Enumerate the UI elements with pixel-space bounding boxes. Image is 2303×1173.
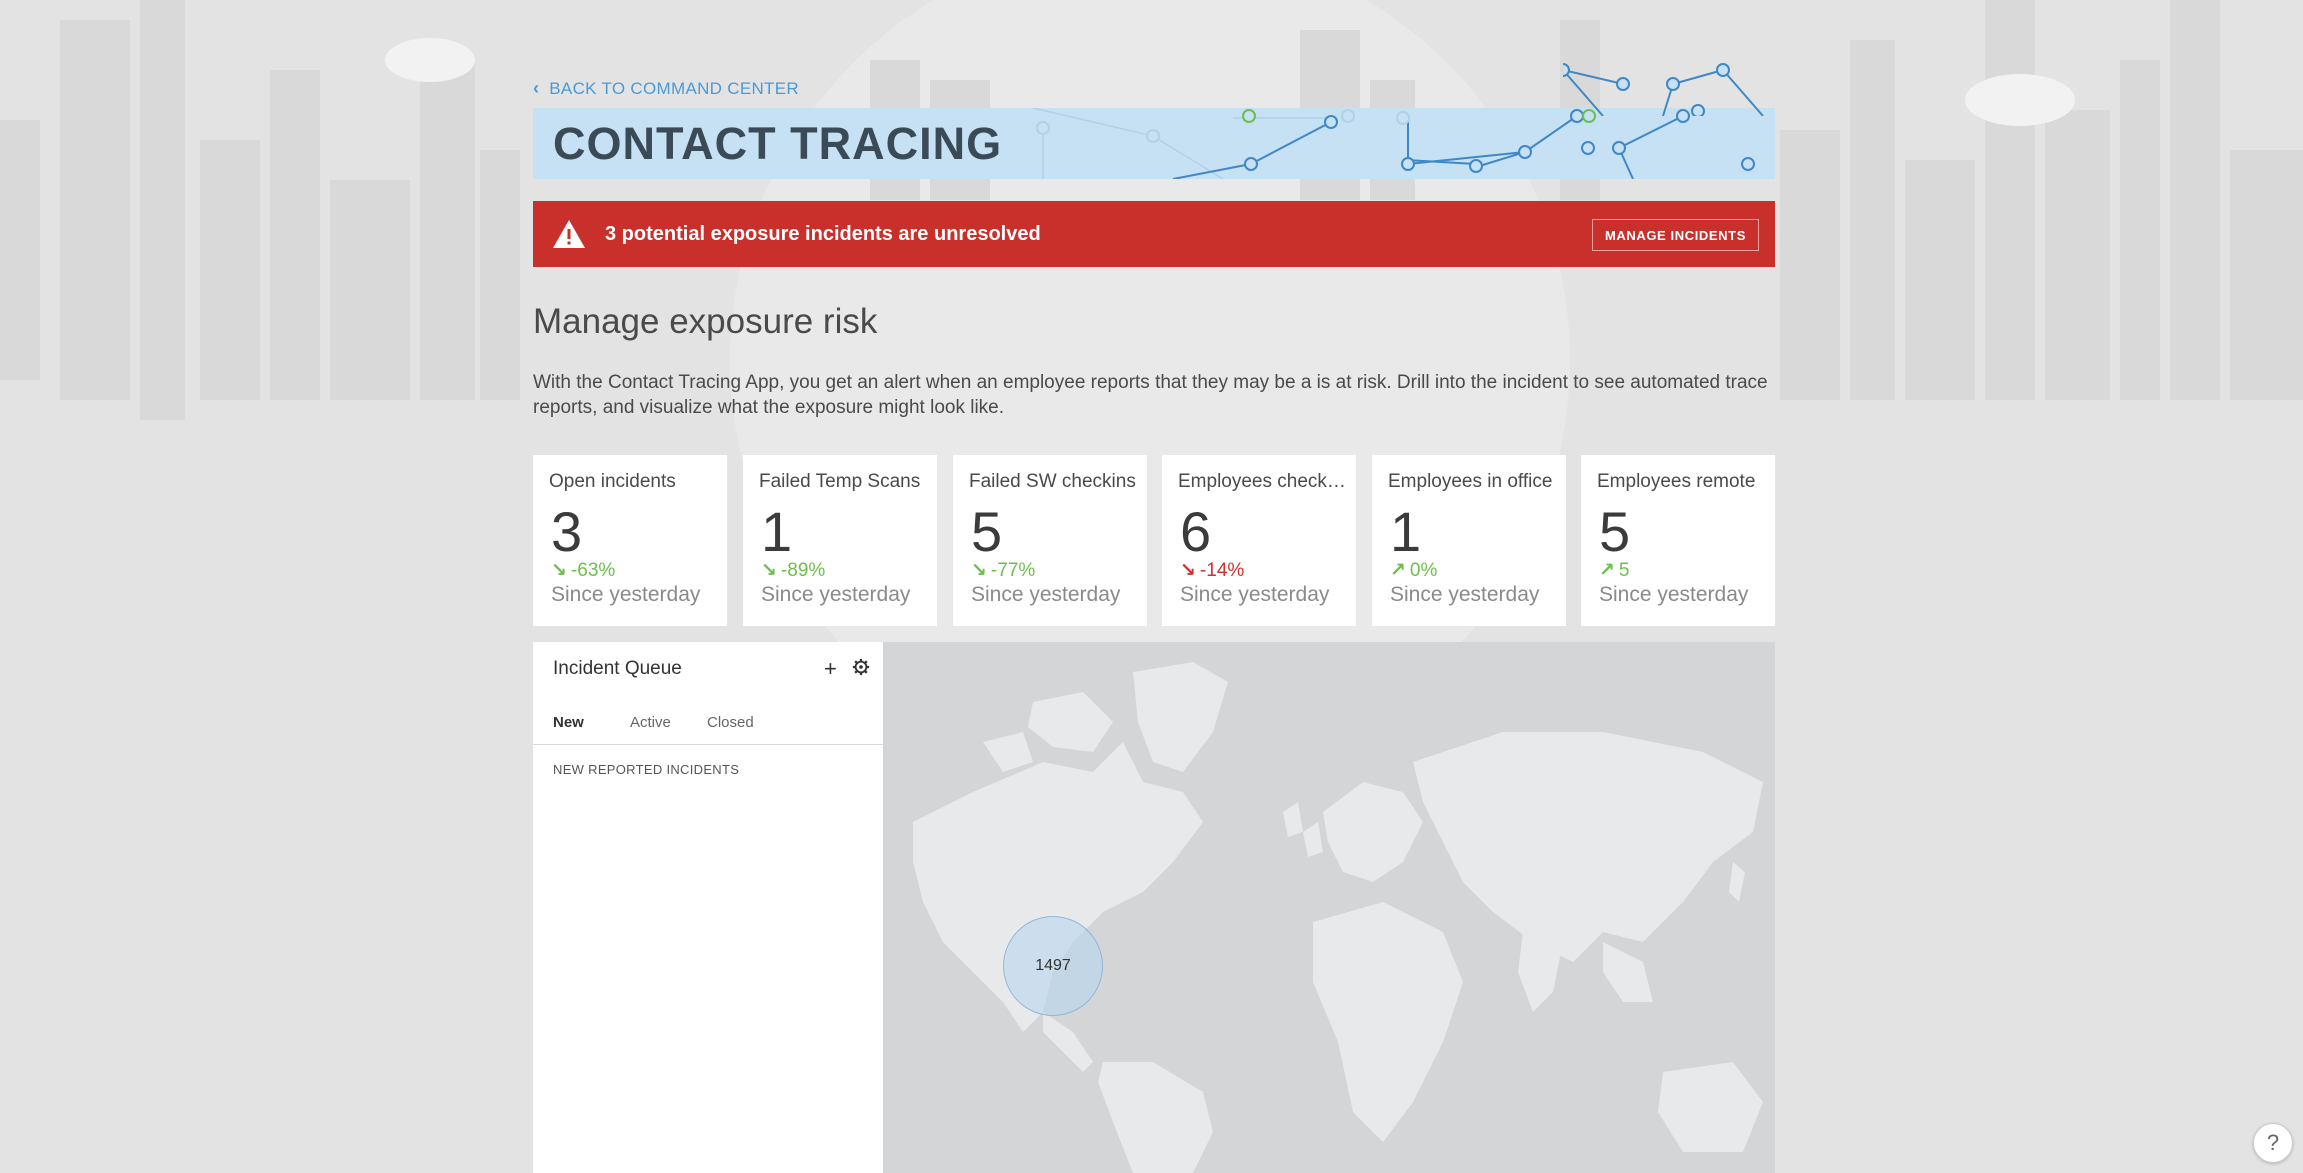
- incident-queue-tabs: New Active Closed: [533, 714, 883, 745]
- arrow-up-right-icon: ↗: [1599, 560, 1615, 581]
- metric-card-since: Since yesterday: [971, 583, 1121, 606]
- metric-card-value: 5: [1599, 500, 1631, 563]
- incident-cluster-marker[interactable]: 1497: [1003, 916, 1103, 1016]
- metric-card[interactable]: Employees checked in 6↘-14%Since yesterda…: [1162, 455, 1356, 626]
- tab-new[interactable]: New: [553, 714, 584, 731]
- world-map[interactable]: 1497: [883, 642, 1775, 1173]
- incident-queue-title: Incident Queue: [553, 658, 682, 679]
- metric-card[interactable]: Failed SW checkins 5 ↘ -77% Since yesterday: [953, 455, 1147, 626]
- metric-card[interactable]: Employees in office 1 ↗ 0% Since yesterday: [1372, 455, 1566, 626]
- metric-card-label: Failed Temp Scans: [759, 471, 921, 492]
- back-to-command-center-link[interactable]: ‹ BACK TO COMMAND CENTER: [533, 78, 799, 99]
- arrow-up-right-icon: ↗: [1390, 560, 1406, 581]
- metric-card-delta-value: -89%: [780, 559, 826, 581]
- page-title: CONTACT TRACING: [553, 118, 1003, 169]
- tab-active[interactable]: Active: [630, 714, 671, 731]
- metric-cards: Open incidents 3 ↘ -63% Since yesterday Faile…: [533, 455, 1775, 626]
- person-icon: [1691, 104, 1705, 116]
- back-link-label: BACK TO COMMAND CENTER: [549, 78, 799, 98]
- tab-closed[interactable]: Closed: [707, 714, 754, 731]
- metric-card-label: Employees in office: [1388, 471, 1553, 492]
- section-title: Manage exposure risk: [533, 302, 878, 341]
- metric-card-delta-value: -14%: [1199, 559, 1245, 581]
- arrow-down-right-icon: ↘: [551, 560, 567, 581]
- add-incident-icon[interactable]: +: [824, 656, 837, 682]
- warning-icon: [553, 220, 585, 248]
- metric-card-label: Failed SW checkins: [969, 471, 1136, 492]
- metric-card-delta-value: -63%: [570, 559, 616, 581]
- world-map-graphic: [913, 662, 1763, 1173]
- metric-card-since: Since yesterday: [1599, 583, 1749, 606]
- metric-card-delta: ↘ -14%: [1180, 559, 1244, 582]
- metric-card-value: 1: [1390, 500, 1422, 563]
- help-button[interactable]: ?: [2253, 1123, 2293, 1163]
- metric-card-label: Employees checked in: [1178, 471, 1348, 492]
- metric-card-label: Employees remote: [1597, 471, 1756, 492]
- chevron-left-icon: ‹: [533, 78, 540, 98]
- metric-card-delta-value: 5: [1618, 559, 1630, 581]
- arrow-down-right-icon: ↘: [1180, 560, 1196, 581]
- manage-incidents-button[interactable]: MANAGE INCIDENTS: [1591, 219, 1759, 251]
- gear-icon[interactable]: [852, 658, 870, 676]
- metric-card-delta: ↗ 5: [1599, 559, 1630, 582]
- incident-queue-panel: Incident Queue + New Active Closed NEW R…: [533, 642, 884, 1173]
- metric-card-value: 6: [1180, 500, 1212, 563]
- new-reported-incidents-heading: NEW REPORTED INCIDENTS: [553, 762, 740, 777]
- metric-card[interactable]: Failed Temp Scans 1 ↘ -89% Since yesterday: [743, 455, 937, 626]
- metric-card[interactable]: Employees remote 5 ↗ 5 Since yesterday: [1581, 455, 1775, 626]
- metric-card-delta: ↘ -63%: [551, 559, 615, 582]
- metric-card-since: Since yesterday: [551, 583, 701, 606]
- metric-card-label: Open incidents: [549, 471, 676, 492]
- alert-message: 3 potential exposure incidents are unres…: [605, 222, 1041, 245]
- metric-card-since: Since yesterday: [1180, 583, 1330, 606]
- metric-card-since: Since yesterday: [1390, 583, 1540, 606]
- page-banner: CONTACT TRACING: [533, 108, 1775, 179]
- metric-card-delta: ↘ -89%: [761, 559, 825, 582]
- metric-card-delta-value: -77%: [990, 559, 1036, 581]
- section-description: With the Contact Tracing App, you get an…: [533, 372, 1768, 418]
- metric-card-since: Since yesterday: [761, 583, 911, 606]
- metric-card[interactable]: Open incidents 3 ↘ -63% Since yesterday: [533, 455, 727, 626]
- arrow-down-right-icon: ↘: [971, 560, 987, 581]
- exposure-alert-bar: 3 potential exposure incidents are unres…: [533, 201, 1775, 267]
- metric-card-value: 5: [971, 500, 1003, 563]
- metric-card-delta: ↗ 0%: [1390, 559, 1437, 582]
- metric-card-value: 1: [761, 500, 793, 563]
- metric-card-value: 3: [551, 500, 583, 563]
- network-graphic-top: [1563, 63, 1764, 116]
- metric-card-delta-value: 0%: [1409, 559, 1438, 581]
- metric-card-delta: ↘ -77%: [971, 559, 1035, 582]
- arrow-down-right-icon: ↘: [761, 560, 777, 581]
